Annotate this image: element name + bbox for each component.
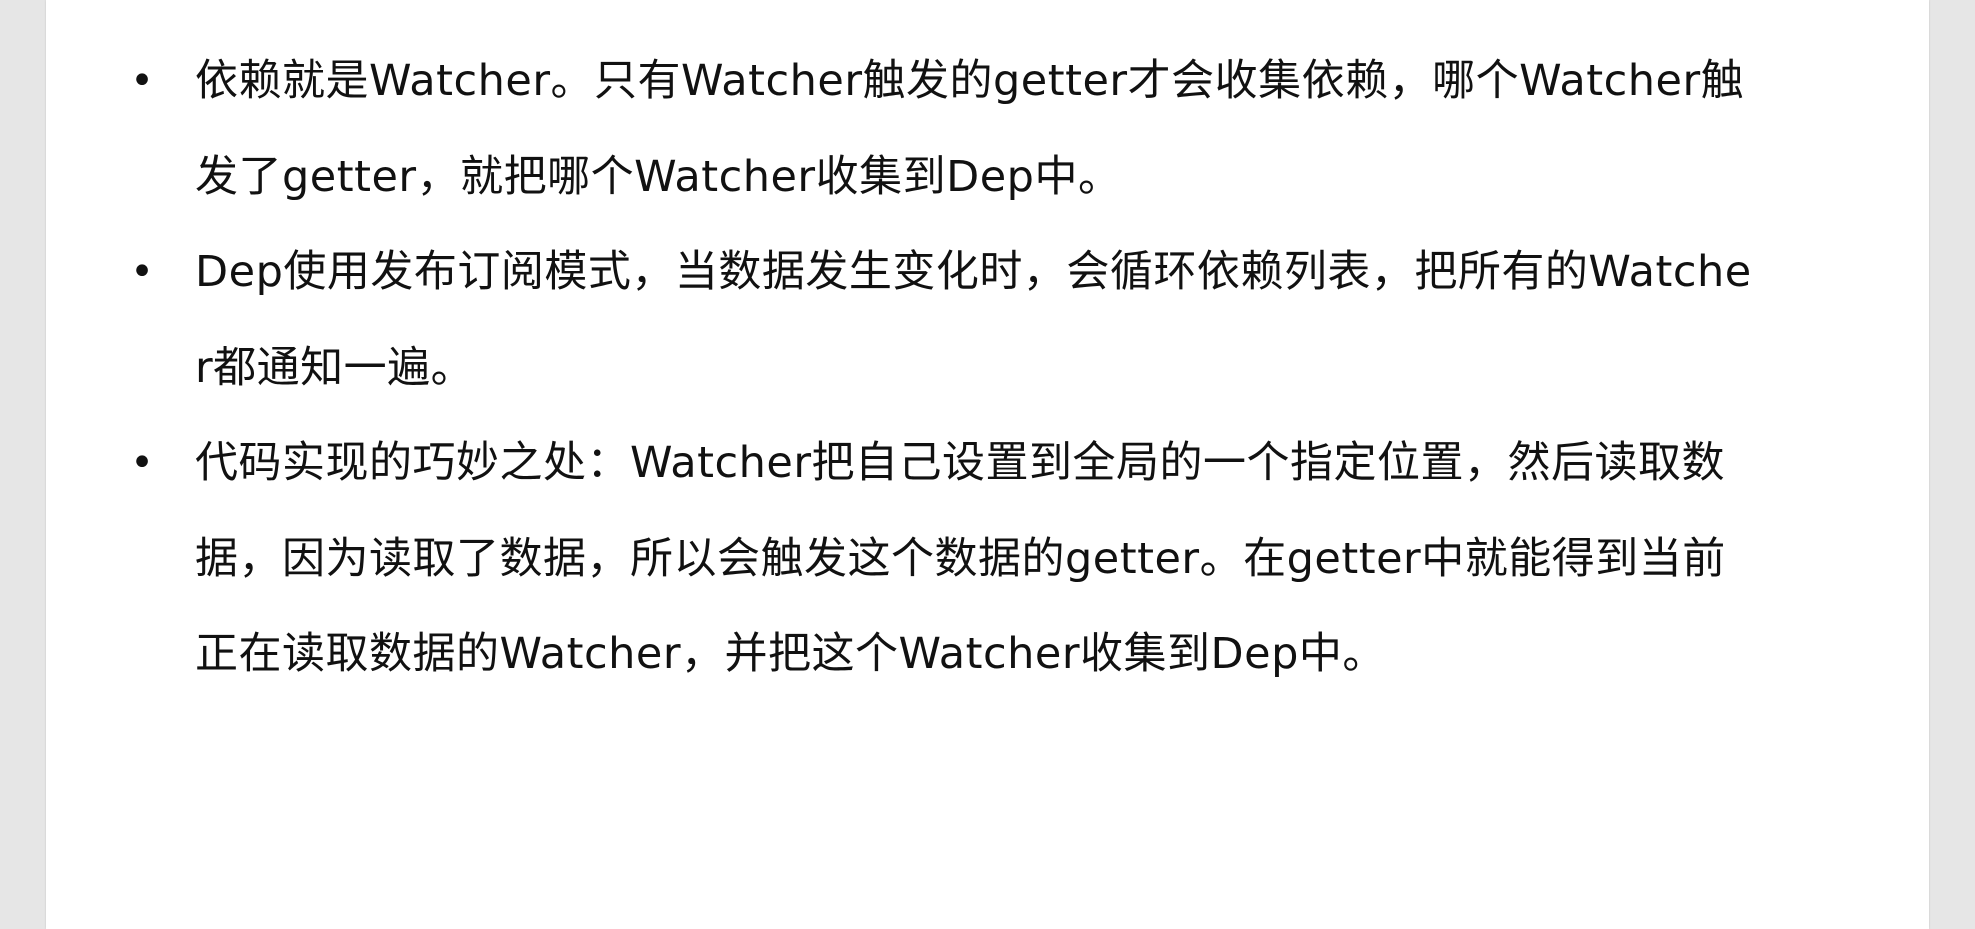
bullet-dot-icon: • — [130, 249, 154, 295]
bullet-list: • 依赖就是Watcher。只有Watcher触发的getter才会收集依赖，哪… — [46, 34, 1929, 703]
bullet-item-dependency-watcher: • 依赖就是Watcher。只有Watcher触发的getter才会收集依赖，哪… — [46, 34, 1929, 225]
bullet-dot-icon: • — [130, 58, 154, 104]
document-page: • 依赖就是Watcher。只有Watcher触发的getter才会收集依赖，哪… — [46, 0, 1929, 929]
bullet-text: Dep使用发布订阅模式，当数据发生变化时，会循环依赖列表，把所有的Watcher… — [195, 247, 1752, 393]
bullet-item-implementation: • 代码实现的巧妙之处：Watcher把自己设置到全局的一个指定位置，然后读取数… — [46, 416, 1929, 703]
bullet-item-dep-pubsub: • Dep使用发布订阅模式，当数据发生变化时，会循环依赖列表，把所有的Watch… — [46, 225, 1929, 416]
bullet-text: 依赖就是Watcher。只有Watcher触发的getter才会收集依赖，哪个W… — [195, 56, 1745, 202]
bullet-text: 代码实现的巧妙之处：Watcher把自己设置到全局的一个指定位置，然后读取数据，… — [195, 438, 1726, 679]
bullet-dot-icon: • — [130, 440, 154, 486]
document-frame: • 依赖就是Watcher。只有Watcher触发的getter才会收集依赖，哪… — [0, 0, 1975, 929]
